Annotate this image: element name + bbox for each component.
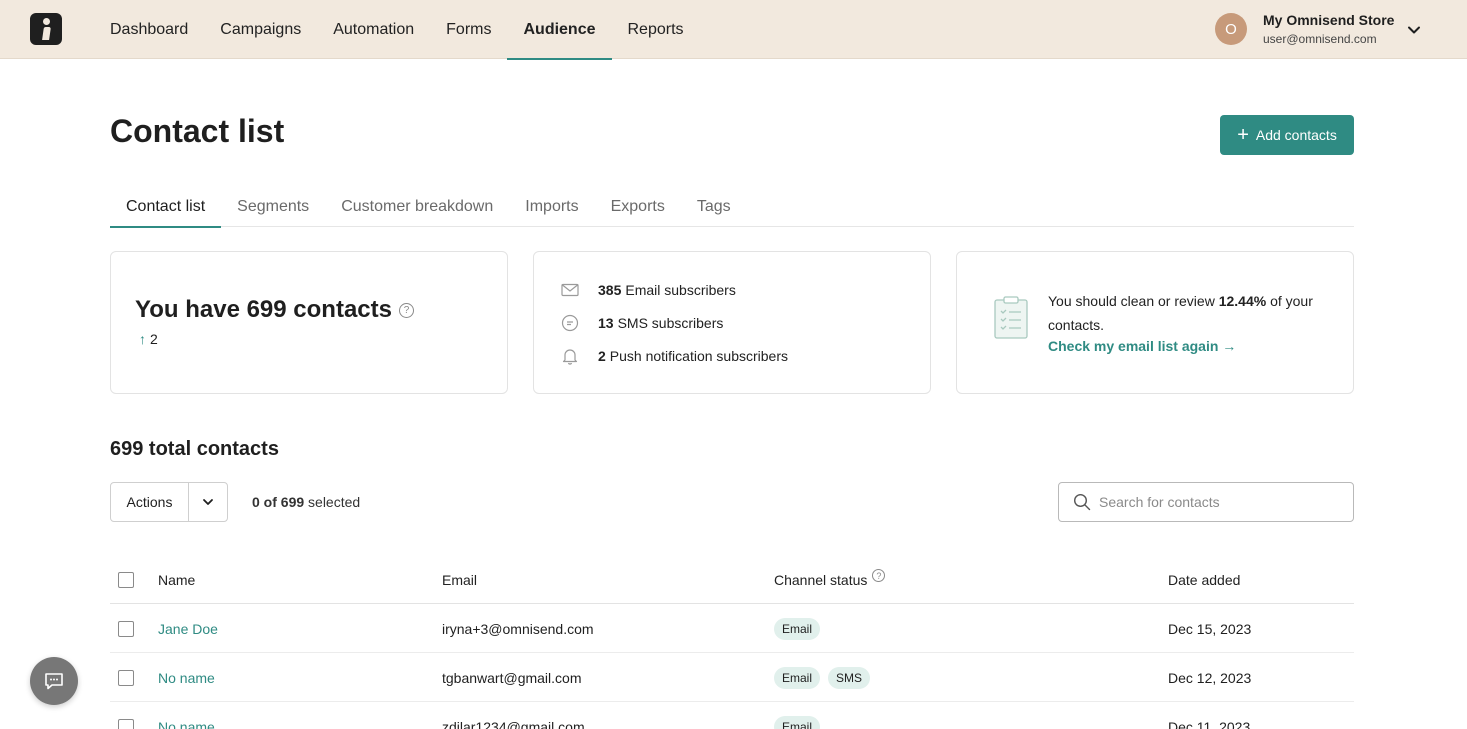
clean-list-message: You should clean or review 12.44% of you…: [1048, 293, 1313, 333]
avatar: O: [1215, 13, 1247, 45]
nav-item-reports[interactable]: Reports: [612, 0, 700, 59]
nav-item-forms[interactable]: Forms: [430, 0, 507, 59]
support-chat-button[interactable]: [30, 657, 78, 705]
contact-name-link[interactable]: No name: [158, 702, 215, 729]
channel-badge: Email: [774, 617, 821, 640]
nav-item-dashboard[interactable]: Dashboard: [94, 0, 204, 59]
channel-badge: Email: [774, 666, 821, 689]
channel-badges: Email SMS: [774, 653, 878, 702]
table-header: Name Email Channel status ? Date added: [110, 555, 1354, 604]
contact-email: zdilar1234@gmail.com: [442, 718, 585, 729]
actions-button[interactable]: Actions: [111, 483, 189, 521]
email-subscribers-row: 385 Email subscribers: [560, 280, 736, 300]
channel-badge: Email: [774, 715, 821, 729]
push-subscribers-count: 2: [598, 348, 606, 364]
chevron-down-icon: [203, 499, 213, 505]
chevron-down-icon[interactable]: [1407, 23, 1421, 37]
chat-icon: [45, 673, 63, 690]
account-email: user@omnisend.com: [1263, 32, 1377, 46]
subscribers-card: 385 Email subscribers 13 SMS subscribers…: [533, 251, 931, 394]
store-name: My Omnisend Store: [1263, 12, 1395, 28]
date-added: Dec 12, 2023: [1168, 669, 1252, 686]
add-contacts-button[interactable]: + Add contacts: [1220, 115, 1354, 155]
main-nav: Dashboard Campaigns Automation Forms Aud…: [94, 0, 700, 60]
search-input[interactable]: [1099, 494, 1339, 510]
search-icon: [1073, 493, 1091, 511]
tab-imports[interactable]: Imports: [509, 187, 594, 227]
nav-item-audience[interactable]: Audience: [507, 0, 612, 60]
list-cleaning-card: You should clean or review 12.44% of you…: [956, 251, 1354, 394]
nav-item-campaigns[interactable]: Campaigns: [204, 0, 317, 59]
row-checkbox[interactable]: [118, 621, 134, 637]
contacts-summary-card: You have 699 contacts ? ↑ 2: [110, 251, 508, 394]
contact-email: iryna+3@omnisend.com: [442, 620, 594, 637]
envelope-icon: [561, 283, 579, 297]
actions-split-button: Actions: [110, 482, 228, 522]
tab-contact-list[interactable]: Contact list: [110, 187, 222, 228]
date-added: Dec 11, 2023: [1168, 718, 1251, 729]
row-checkbox[interactable]: [118, 719, 134, 729]
top-navigation-bar: Dashboard Campaigns Automation Forms Aud…: [0, 0, 1467, 60]
arrow-up-icon: ↑: [139, 331, 146, 347]
tab-exports[interactable]: Exports: [595, 187, 681, 227]
tab-tags[interactable]: Tags: [681, 187, 747, 227]
total-contacts-title: 699 total contacts: [110, 438, 279, 460]
table-row[interactable]: Jane Doe iryna+3@omnisend.com Email Dec …: [110, 604, 1354, 653]
chat-bubble-icon: [561, 314, 579, 332]
audience-tabs: Contact list Segments Customer breakdown…: [110, 187, 1354, 228]
tab-customer-breakdown[interactable]: Customer breakdown: [325, 187, 509, 227]
clean-percent: 12.44%: [1218, 293, 1267, 309]
contact-name-link[interactable]: No name: [158, 653, 215, 702]
channel-badges: Email: [774, 604, 828, 653]
add-contacts-label: Add contacts: [1255, 127, 1337, 143]
email-subscribers-count: 385: [598, 282, 622, 298]
channel-badges: Email: [774, 702, 828, 729]
table-row[interactable]: No name zdilar1234@gmail.com Email Dec 1…: [110, 702, 1354, 729]
date-added: Dec 15, 2023: [1168, 620, 1252, 637]
push-subscribers-label: Push notification subscribers: [609, 348, 788, 364]
sms-subscribers-label: SMS subscribers: [617, 315, 724, 331]
growth-value: 2: [150, 331, 158, 347]
tab-segments[interactable]: Segments: [221, 187, 325, 227]
channel-badge: SMS: [828, 666, 871, 689]
row-checkbox[interactable]: [118, 670, 134, 686]
clipboard-checklist-icon: [994, 296, 1028, 339]
column-header-date-added[interactable]: Date added: [1168, 555, 1240, 604]
omnisend-logo-icon[interactable]: [30, 13, 62, 45]
contacts-heading: You have 699 contacts: [135, 296, 392, 323]
sms-subscribers-row: 13 SMS subscribers: [560, 313, 723, 333]
sms-subscribers-count: 13: [598, 315, 614, 331]
selection-count: 0 of 699 selected: [252, 494, 361, 510]
contact-email: tgbanwart@gmail.com: [442, 669, 582, 686]
push-subscribers-row: 2 Push notification subscribers: [560, 346, 788, 366]
help-icon[interactable]: ?: [872, 569, 886, 582]
bell-icon: [562, 349, 578, 365]
account-switcher[interactable]: O My Omnisend Store user@omnisend.com: [1215, 12, 1394, 46]
contacts-growth: ↑ 2: [139, 331, 158, 347]
table-row[interactable]: No name tgbanwart@gmail.com Email SMS De…: [110, 653, 1354, 702]
check-email-list-link[interactable]: Check my email list again →: [1048, 338, 1236, 354]
column-header-email[interactable]: Email: [442, 555, 477, 604]
column-header-name[interactable]: Name: [158, 555, 195, 604]
column-header-channel-status[interactable]: Channel status ?: [774, 555, 886, 604]
plus-icon: +: [1237, 124, 1249, 146]
contact-name-link[interactable]: Jane Doe: [158, 604, 218, 653]
actions-dropdown-toggle[interactable]: [189, 483, 227, 521]
select-all-checkbox[interactable]: [118, 572, 134, 588]
search-contacts-box[interactable]: [1058, 482, 1354, 522]
page-title: Contact list: [110, 113, 285, 149]
help-icon[interactable]: ?: [399, 302, 414, 318]
nav-item-automation[interactable]: Automation: [317, 0, 430, 59]
email-subscribers-label: Email subscribers: [625, 282, 736, 298]
